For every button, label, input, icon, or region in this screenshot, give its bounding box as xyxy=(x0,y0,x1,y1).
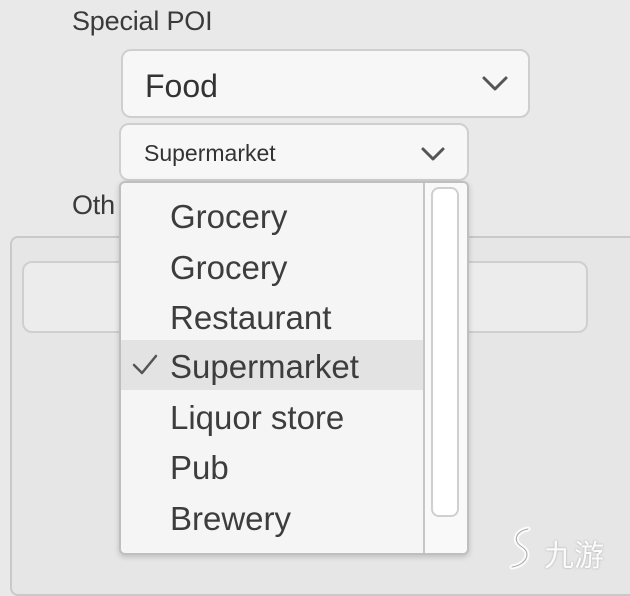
category-select-value: Food xyxy=(145,68,218,104)
chevron-down-icon xyxy=(421,147,445,161)
category-select[interactable]: Food xyxy=(121,49,530,118)
dropdown-option[interactable]: Restaurant xyxy=(121,291,424,341)
watermark-logo: 九游 xyxy=(502,517,622,577)
dropdown-option[interactable]: Pub xyxy=(121,441,424,491)
chevron-down-icon xyxy=(482,76,508,91)
special-poi-label: Special POI xyxy=(72,6,213,36)
dropdown-option-label: Grocery xyxy=(170,198,288,235)
subcategory-select-value: Supermarket xyxy=(144,140,276,166)
dropdown-option-label: Supermarket xyxy=(170,348,359,385)
dropdown-scrollbar[interactable] xyxy=(423,183,467,553)
check-icon xyxy=(132,354,158,375)
dropdown-option[interactable]: Grocery xyxy=(121,190,424,240)
dropdown-option[interactable]: Liquor store xyxy=(121,391,424,441)
dropdown-option[interactable]: Brewery xyxy=(121,492,424,542)
scrollbar-thumb[interactable] xyxy=(431,187,459,517)
dropdown-option[interactable]: Grocery xyxy=(121,241,424,291)
subcategory-select[interactable]: Supermarket xyxy=(119,123,469,181)
dropdown-option-label: Grocery xyxy=(170,249,288,286)
dropdown-option-selected[interactable]: Supermarket xyxy=(121,340,424,390)
subcategory-dropdown-list[interactable]: Grocery Grocery Restaurant Supermarket L… xyxy=(119,181,469,555)
dropdown-option-label: Liquor store xyxy=(170,399,345,436)
other-label: Oth xyxy=(72,190,115,220)
dropdown-option-label: Restaurant xyxy=(170,299,332,336)
dropdown-option-label: Pub xyxy=(170,449,229,486)
watermark-icon xyxy=(509,526,531,570)
dropdown-option-label: Brewery xyxy=(170,500,292,537)
watermark-text: 九游 xyxy=(544,539,604,574)
